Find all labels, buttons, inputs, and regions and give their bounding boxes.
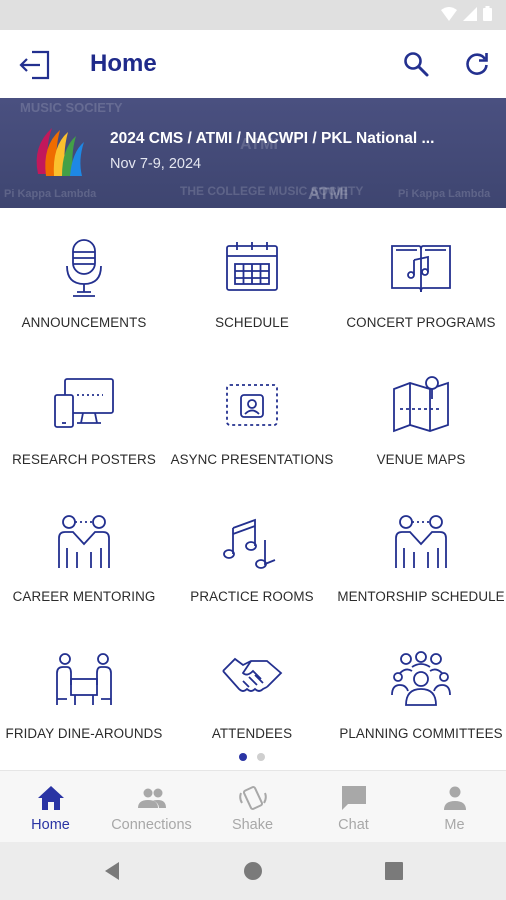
nav-chat[interactable]: Chat xyxy=(303,771,404,843)
logout-icon[interactable] xyxy=(18,48,52,82)
shake-phone-icon xyxy=(238,786,267,810)
devices-icon xyxy=(54,378,114,428)
app-bar: Home xyxy=(0,30,506,98)
system-nav-bar xyxy=(0,842,506,900)
tile-label: ATTENDEES xyxy=(211,726,293,741)
video-call-icon xyxy=(226,384,278,426)
tile-mentorship-schedule[interactable]: MENTORSHIP SCHEDULE xyxy=(337,482,505,619)
banner-watermark: Pi Kappa Lambda xyxy=(4,188,97,200)
tile-planning-committees[interactable]: PLANNING COMMITTEES xyxy=(337,619,505,756)
home-icon xyxy=(37,786,64,810)
back-icon[interactable] xyxy=(101,860,123,882)
refresh-icon[interactable] xyxy=(463,50,491,78)
page-title: Home xyxy=(90,50,157,77)
nav-label: Connections xyxy=(111,817,192,833)
bottom-nav: Home Connections Shake Chat Me xyxy=(0,770,506,842)
tile-label: PLANNING COMMITTEES xyxy=(339,726,503,741)
chat-icon xyxy=(341,786,366,810)
tile-friday-dine-arounds[interactable]: FRIDAY DINE-AROUNDS xyxy=(0,619,168,756)
tile-label: RESEARCH POSTERS xyxy=(12,452,156,467)
event-date: Nov 7-9, 2024 xyxy=(110,156,202,172)
banner-watermark: ATMI xyxy=(308,184,349,203)
banner-watermark: Pi Kappa Lambda xyxy=(398,188,491,200)
tile-label: SCHEDULE xyxy=(215,315,289,330)
handshake-icon xyxy=(222,657,283,692)
tile-label: ASYNC PRESENTATIONS xyxy=(170,452,334,467)
tile-practice-rooms[interactable]: PRACTICE ROOMS xyxy=(168,482,336,619)
feature-grid: ANNOUNCEMENTS SCHEDULE CONCERT PROGRAMS xyxy=(0,208,506,768)
recents-icon[interactable] xyxy=(383,860,405,882)
tile-announcements[interactable]: ANNOUNCEMENTS xyxy=(0,208,168,345)
home-button-icon[interactable] xyxy=(242,860,264,882)
dining-table-icon xyxy=(56,653,112,705)
nav-me[interactable]: Me xyxy=(404,771,505,843)
battery-icon xyxy=(483,6,492,21)
tile-label: MENTORSHIP SCHEDULE xyxy=(337,589,505,604)
music-book-icon xyxy=(391,245,451,293)
nav-connections[interactable]: Connections xyxy=(101,771,202,843)
nav-label: Home xyxy=(31,817,70,833)
search-icon[interactable] xyxy=(402,50,430,78)
status-bar xyxy=(0,0,506,30)
wifi-icon xyxy=(441,6,457,21)
people-icon xyxy=(137,788,166,808)
tile-label: CAREER MENTORING xyxy=(12,589,156,604)
signal-icon xyxy=(463,6,477,21)
page-indicator xyxy=(239,753,265,761)
nav-label: Shake xyxy=(231,817,274,833)
page-dot[interactable] xyxy=(257,753,265,761)
event-title: 2024 CMS / ATMI / NACWPI / PKL National … xyxy=(110,130,435,147)
tile-label: FRIDAY DINE-AROUNDS xyxy=(5,726,163,741)
page-dot-active[interactable] xyxy=(239,753,247,761)
event-logo xyxy=(36,128,84,176)
microphone-icon xyxy=(66,239,102,297)
tile-label: ANNOUNCEMENTS xyxy=(21,315,147,330)
event-banner[interactable]: MUSIC SOCIETY ATMI Pi Kappa Lambda THE C… xyxy=(0,98,506,208)
tile-research-posters[interactable]: RESEARCH POSTERS xyxy=(0,345,168,482)
nav-home[interactable]: Home xyxy=(0,771,101,843)
tile-venue-maps[interactable]: VENUE MAPS xyxy=(337,345,505,482)
handshake-people-icon xyxy=(58,515,110,568)
tile-career-mentoring[interactable]: CAREER MENTORING xyxy=(0,482,168,619)
group-icon xyxy=(391,651,451,706)
map-icon xyxy=(393,376,449,433)
tile-label: PRACTICE ROOMS xyxy=(190,589,314,604)
banner-watermark: MUSIC SOCIETY xyxy=(20,100,123,115)
nav-shake[interactable]: Shake xyxy=(202,771,303,843)
tile-schedule[interactable]: SCHEDULE xyxy=(168,208,336,345)
tile-attendees[interactable]: ATTENDEES xyxy=(168,619,336,756)
tile-label: VENUE MAPS xyxy=(376,452,466,467)
tile-concert-programs[interactable]: CONCERT PROGRAMS xyxy=(337,208,505,345)
tile-async-presentations[interactable]: ASYNC PRESENTATIONS xyxy=(168,345,336,482)
music-notes-icon xyxy=(223,518,276,569)
handshake-people-icon xyxy=(395,515,447,568)
calendar-icon xyxy=(226,242,278,291)
tile-label: CONCERT PROGRAMS xyxy=(346,315,496,330)
nav-label: Chat xyxy=(338,817,369,833)
nav-label: Me xyxy=(444,817,465,833)
person-icon xyxy=(443,786,466,810)
